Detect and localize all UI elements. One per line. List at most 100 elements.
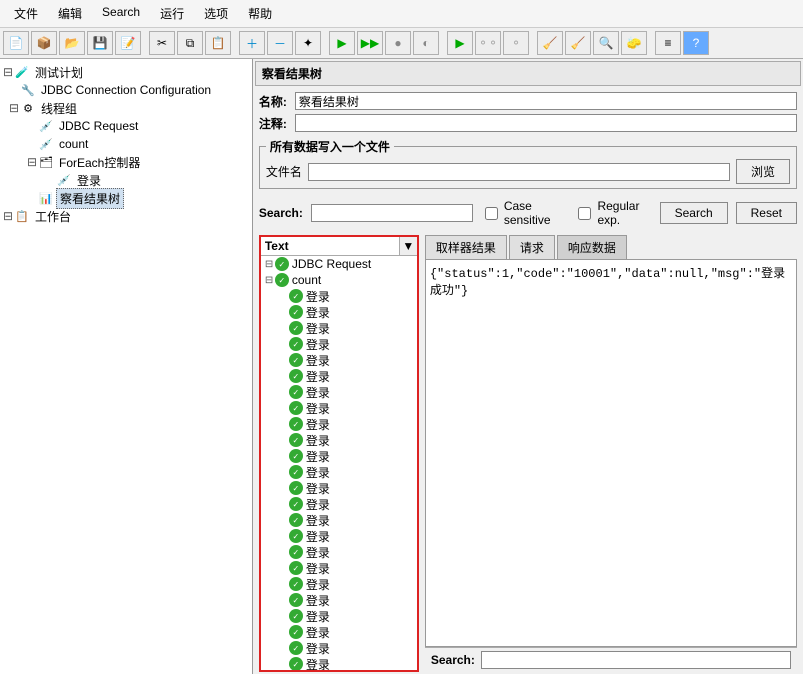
result-row[interactable]: ✓登录 xyxy=(261,560,417,576)
tree-workbench[interactable]: 工作台 xyxy=(32,207,74,226)
row-toggle-icon[interactable]: ⊟ xyxy=(265,275,275,286)
result-row[interactable]: ✓登录 xyxy=(261,624,417,640)
results-tree-icon: 📊 xyxy=(38,190,54,206)
result-row[interactable]: ✓登录 xyxy=(261,656,417,670)
menu-file[interactable]: 文件 xyxy=(4,2,48,25)
success-icon: ✓ xyxy=(289,593,303,607)
success-icon: ✓ xyxy=(289,609,303,623)
help-icon[interactable]: ? xyxy=(683,31,709,55)
detail-search-input[interactable] xyxy=(481,651,791,669)
browse-button[interactable]: 浏览 xyxy=(736,159,790,184)
tree-toggle[interactable]: ⊟ xyxy=(2,209,14,223)
remote-start-all-icon[interactable]: ⚬⚬ xyxy=(475,31,501,55)
start-icon[interactable]: ▶ xyxy=(329,31,355,55)
templates-icon[interactable]: 📦 xyxy=(31,31,57,55)
result-row[interactable]: ✓登录 xyxy=(261,288,417,304)
menu-options[interactable]: 选项 xyxy=(194,2,238,25)
reset-search-icon[interactable]: 🧽 xyxy=(621,31,647,55)
result-row[interactable]: ✓登录 xyxy=(261,464,417,480)
menu-search[interactable]: Search xyxy=(92,2,150,25)
tree-foreach[interactable]: ForEach控制器 xyxy=(56,153,143,172)
result-row[interactable]: ✓登录 xyxy=(261,512,417,528)
remote-start-icon[interactable]: ▶ xyxy=(447,31,473,55)
pipette-icon: 💉 xyxy=(56,172,72,188)
result-row[interactable]: ✓登录 xyxy=(261,608,417,624)
result-label: 登录 xyxy=(306,384,330,401)
tree-test-plan[interactable]: 测试计划 xyxy=(32,63,86,82)
find-icon[interactable]: 🔍 xyxy=(593,31,619,55)
tab-response-data[interactable]: 响应数据 xyxy=(557,235,627,259)
result-row[interactable]: ⊟✓count xyxy=(261,272,417,288)
regex-checkbox[interactable] xyxy=(578,207,591,220)
menu-edit[interactable]: 编辑 xyxy=(48,2,92,25)
result-row[interactable]: ✓登录 xyxy=(261,496,417,512)
open-icon[interactable]: 📂 xyxy=(59,31,85,55)
result-row[interactable]: ✓登录 xyxy=(261,336,417,352)
result-row[interactable]: ✓登录 xyxy=(261,352,417,368)
save-as-icon[interactable]: 📝 xyxy=(115,31,141,55)
response-body[interactable]: {"status":1,"code":"10001","data":null,"… xyxy=(425,260,797,647)
shutdown-icon[interactable]: ◐ xyxy=(413,31,439,55)
result-row[interactable]: ✓登录 xyxy=(261,528,417,544)
result-row[interactable]: ✓登录 xyxy=(261,384,417,400)
result-row[interactable]: ✓登录 xyxy=(261,576,417,592)
tree-toggle[interactable]: ⊟ xyxy=(8,101,20,115)
result-row[interactable]: ✓登录 xyxy=(261,304,417,320)
result-row[interactable]: ✓登录 xyxy=(261,400,417,416)
tree-jdbc-request[interactable]: JDBC Request xyxy=(56,118,141,134)
success-icon: ✓ xyxy=(289,545,303,559)
result-row[interactable]: ✓登录 xyxy=(261,432,417,448)
paste-icon[interactable]: 📋 xyxy=(205,31,231,55)
case-checkbox[interactable] xyxy=(485,207,498,220)
result-row[interactable]: ✓登录 xyxy=(261,320,417,336)
tree-thread-group[interactable]: 线程组 xyxy=(38,99,80,118)
gear-icon: ⚙ xyxy=(20,100,36,116)
new-icon[interactable]: 📄 xyxy=(3,31,29,55)
reset-button[interactable]: Reset xyxy=(736,202,797,224)
stop-icon[interactable]: ● xyxy=(385,31,411,55)
result-label: 登录 xyxy=(306,544,330,561)
success-icon: ✓ xyxy=(289,577,303,591)
menu-help[interactable]: 帮助 xyxy=(238,2,282,25)
tree-view-results[interactable]: 察看结果树 xyxy=(56,188,124,209)
toggle-icon[interactable]: ✦ xyxy=(295,31,321,55)
tree-toggle[interactable]: ⊟ xyxy=(2,65,14,79)
result-row[interactable]: ✓登录 xyxy=(261,592,417,608)
start-no-pause-icon[interactable]: ▶▶ xyxy=(357,31,383,55)
detail-search-label: Search: xyxy=(431,653,475,667)
result-row[interactable]: ✓登录 xyxy=(261,368,417,384)
results-list[interactable]: ⊟✓JDBC Request⊟✓count✓登录✓登录✓登录✓登录✓登录✓登录✓… xyxy=(261,256,417,670)
clear-all-icon[interactable]: 🧹 xyxy=(565,31,591,55)
file-label: 文件名 xyxy=(266,163,302,180)
result-row[interactable]: ✓登录 xyxy=(261,544,417,560)
flask-icon: 🧪 xyxy=(14,64,30,80)
tree-toggle[interactable]: ⊟ xyxy=(26,155,38,169)
result-row[interactable]: ⊟✓JDBC Request xyxy=(261,256,417,272)
tree-jdbc-conn[interactable]: JDBC Connection Configuration xyxy=(38,82,214,98)
tab-sampler-result[interactable]: 取样器结果 xyxy=(425,235,507,259)
tab-request[interactable]: 请求 xyxy=(509,235,555,259)
filename-input[interactable] xyxy=(308,163,730,181)
collapse-icon[interactable]: － xyxy=(267,31,293,55)
menu-run[interactable]: 运行 xyxy=(150,2,194,25)
dropdown-arrow-icon[interactable]: ▼ xyxy=(399,237,417,255)
search-input[interactable] xyxy=(311,204,473,222)
clear-icon[interactable]: 🧹 xyxy=(537,31,563,55)
case-label: Case sensitive xyxy=(504,199,567,227)
comment-input[interactable] xyxy=(295,114,797,132)
remote-stop-icon[interactable]: ⚬ xyxy=(503,31,529,55)
expand-icon[interactable]: ＋ xyxy=(239,31,265,55)
result-row[interactable]: ✓登录 xyxy=(261,448,417,464)
save-icon[interactable]: 💾 xyxy=(87,31,113,55)
result-row[interactable]: ✓登录 xyxy=(261,640,417,656)
name-input[interactable] xyxy=(295,92,797,110)
cut-icon[interactable]: ✂ xyxy=(149,31,175,55)
row-toggle-icon[interactable]: ⊟ xyxy=(265,259,275,270)
search-button[interactable]: Search xyxy=(660,202,728,224)
tree-count[interactable]: count xyxy=(56,136,91,152)
success-icon: ✓ xyxy=(289,513,303,527)
result-row[interactable]: ✓登录 xyxy=(261,416,417,432)
function-helper-icon[interactable]: ≡ xyxy=(655,31,681,55)
result-row[interactable]: ✓登录 xyxy=(261,480,417,496)
copy-icon[interactable]: ⧉ xyxy=(177,31,203,55)
